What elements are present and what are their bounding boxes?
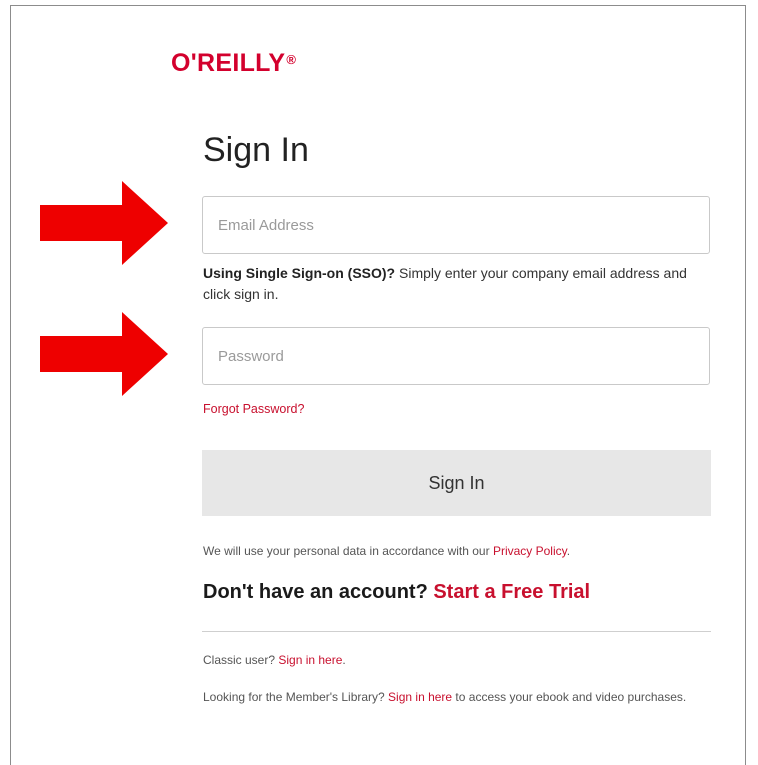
signup-text: Don't have an account? (203, 581, 434, 603)
divider (202, 631, 711, 632)
member-end: to access your ebook and video purchases… (452, 690, 687, 704)
privacy-text: We will use your personal data in accord… (203, 544, 493, 558)
start-free-trial-link[interactable]: Start a Free Trial (433, 581, 590, 603)
classic-user-note: Classic user? Sign in here. (203, 653, 346, 667)
classic-text: Classic user? (203, 653, 279, 667)
sso-note-bold: Using Single Sign-on (SSO)? (203, 265, 396, 281)
sso-note: Using Single Sign-on (SSO)? Simply enter… (203, 263, 703, 305)
signup-prompt: Don't have an account? Start a Free Tria… (203, 580, 590, 604)
member-sign-in-link[interactable]: Sign in here (388, 690, 452, 704)
page-title: Sign In (203, 131, 309, 169)
right-arrow-icon (40, 181, 168, 265)
member-text: Looking for the Member's Library? (203, 690, 389, 704)
arrow-shape (40, 181, 168, 265)
privacy-notice: We will use your personal data in accord… (203, 544, 570, 558)
sign-in-button[interactable]: Sign In (202, 450, 711, 516)
classic-end: . (342, 653, 346, 667)
privacy-policy-link[interactable]: Privacy Policy (493, 544, 567, 558)
password-field[interactable] (202, 327, 710, 385)
privacy-end: . (566, 544, 571, 558)
right-arrow-icon (40, 312, 168, 396)
registered-trademark: ® (286, 52, 297, 67)
oreilly-logo[interactable]: O'REILLY® (171, 51, 296, 76)
forgot-password-link[interactable]: Forgot Password? (203, 402, 304, 416)
classic-sign-in-link[interactable]: Sign in here (278, 653, 342, 667)
email-field[interactable] (202, 196, 710, 254)
logo-text: O'REILLY (171, 49, 286, 77)
arrow-shape (40, 312, 168, 396)
members-library-note: Looking for the Member's Library? Sign i… (203, 687, 713, 708)
